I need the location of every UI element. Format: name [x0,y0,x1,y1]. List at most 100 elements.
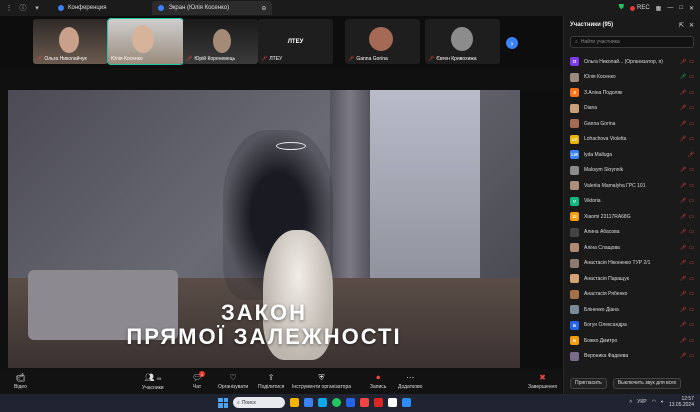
invite-button[interactable]: Пригласить [570,377,607,389]
participant-row[interactable]: Анастасія Паращук 🎤︎ ▭ [564,271,700,287]
record-dot-icon [630,5,635,11]
tab-close-icon[interactable]: ⊖ [261,5,266,12]
next-page-button[interactable]: › [506,37,518,49]
participant-name: З.Аліна Подоляк [584,89,623,96]
shield-icon: ⛨ [318,373,325,382]
mic-off-icon: 🎤︎ [679,198,687,205]
participant-status-icons: 🎤︎ ▭ [680,136,694,142]
tab-conference[interactable]: Конференция [52,1,112,15]
mic-off-icon: 🎤︎ [679,213,687,220]
mic-off-icon: 🎤︎ [679,244,687,251]
participant-avatar: Б [570,336,579,346]
heart-icon: ♡ [229,373,237,382]
title-bar: ⋮ ⓘ ▾ Конференция Экран (Юлія Косенко) ⊖… [0,0,700,16]
video-tile[interactable]: 🎤︎ Ольга Николайчук [33,19,108,64]
grid-icon[interactable]: ▦ [656,5,662,12]
participant-row[interactable]: Анастасія Ніконенко ТУР 2/1 🎤︎ ▭ [564,256,700,272]
pop-out-icon[interactable]: ⇱ [679,22,684,29]
participant-row[interactable]: Анастасія Рябенко 🎤︎ ▭ [564,287,700,303]
participant-status-icons: 🎤︎ ▭ [680,260,694,266]
app-icon[interactable] [304,398,313,407]
app-icon[interactable] [290,398,299,407]
organize-button[interactable]: ♡ Організувати [218,370,248,394]
participant-status-icons: 🎤︎ ▭ [680,229,694,235]
search-icon: ⌕ [237,399,240,406]
menu-icon[interactable]: ⋮ [4,3,14,13]
recording-indicator[interactable]: REC [630,5,650,11]
video-tile-active-speaker[interactable]: Юлія Косенко [107,18,184,65]
close-panel-icon[interactable]: ✕ [689,22,694,29]
participant-row[interactable]: Б Божко Дмитро 🎤︎ ▭ [564,333,700,349]
share-button[interactable]: ⇪ Поділитися [258,370,284,394]
mic-off-icon: 🎤︎ [679,136,687,143]
maximize-icon[interactable]: □ [679,5,683,11]
info-icon[interactable]: ⓘ [18,3,28,13]
participant-status-icons: 🎤︎ ▭ [680,105,694,111]
more-button[interactable]: ⋯ Додатково [398,370,422,394]
zoom-taskbar-icon[interactable] [402,398,411,407]
participant-row[interactable]: Юлія Косенко 🎤︎ ▭ [564,70,700,86]
camera-off-icon: ▭ [689,58,694,65]
chevron-down-icon[interactable]: ▾ [32,3,42,13]
language-indicator[interactable]: УКР [637,399,646,405]
app-icon[interactable] [360,398,369,407]
participant-row[interactable]: З З.Аліна Подоляк 🎤︎ ▭ [564,85,700,101]
video-tile[interactable]: 🎤︎ Євген Кривохижа [425,19,500,64]
app-icon[interactable] [318,398,327,407]
participant-row[interactable]: Xi Xiaomi 23117RA68G 🎤︎ ▭ [564,209,700,225]
record-button[interactable]: ⏺ Запись [370,370,386,394]
participant-row[interactable]: О Ольга Николай... (Организатор, я) 🎤︎ ▭ [564,54,700,70]
participant-name: Анастасія Рябенко [584,291,628,298]
video-tile[interactable]: 🎤︎ Юрій Кореневець [183,19,258,64]
chat-button[interactable]: 💬︎ 1 Чат [192,370,205,394]
start-icon[interactable] [218,397,228,408]
app-icon[interactable] [374,398,383,407]
chrome-icon[interactable] [332,398,341,407]
panel-header: Участники (95) ⇱ ✕ [564,16,700,34]
participant-avatar [570,258,579,268]
participant-name: Бліненко Діана [584,306,619,313]
taskbar-search[interactable]: ⌕ Поиск [233,397,285,408]
close-icon[interactable]: ✕ [689,5,694,12]
participant-row[interactable]: Б Богун Олександра 🎤︎ ▭ [564,318,700,334]
participant-status-icons: 🎤︎ ▭ [680,59,694,65]
video-tile[interactable]: ЛТЕУ 🎤︎ ЛТЕУ [258,19,333,64]
mute-all-button[interactable]: Выключить звук для всех [612,377,682,389]
zoom-logo-icon [58,5,64,11]
video-tile[interactable]: 🎤︎ Ganna Gorina [345,19,420,64]
close-icon: ✖ [539,373,546,382]
participant-row[interactable]: Алина Абасова 🎤︎ ▭ [564,225,700,241]
participant-search-input[interactable]: ⌕ Найти участника [570,36,694,48]
participants-button[interactable]: 👥︎ 95 Учасники [142,370,164,394]
participant-row[interactable]: Вероника Фадеева 🎤︎ ▭ [564,349,700,365]
participant-row[interactable]: V Viktoria 🎤︎ ▭ [564,194,700,210]
end-meeting-button[interactable]: ✖ Завершення [528,370,557,394]
shield-icon[interactable]: ⛊ [619,4,624,12]
participant-avatar [570,305,579,315]
participant-status-icons: 🎤︎ ▭ [680,90,694,96]
camera-off-icon: ▭ [689,322,694,329]
app-icon[interactable] [346,398,355,407]
participant-row[interactable]: Бліненко Діана 🎤︎ ▭ [564,302,700,318]
rec-label: REC [637,5,650,11]
minimize-icon[interactable]: — [667,5,673,11]
participant-row[interactable]: Ganna Gorina 🎤︎ ▭ [564,116,700,132]
tab-screen-share[interactable]: Экран (Юлія Косенко) ⊖ [152,1,273,15]
participant-name: Lohachova Violetta [584,136,627,143]
taskbar-apps: ⌕ Поиск [218,397,411,408]
app-icon[interactable] [388,398,397,407]
clock[interactable]: 12:57 13.05.2024 [669,396,694,408]
host-tools-button[interactable]: ⛨ Інструменти організатора [292,370,351,394]
participant-row[interactable]: Maksym Skrynnik 🎤︎ ▭ [564,163,700,179]
video-button[interactable]: 📹︎ Відео [14,370,27,394]
participant-row[interactable]: Аліна Слащова 🎤︎ ▭ [564,240,700,256]
participant-row[interactable]: Diana 🎤︎ ▭ [564,101,700,117]
camera-off-icon: ▭ [689,182,694,189]
chevron-up-icon[interactable]: ˄ [629,399,632,405]
participant-row[interactable]: LM lyda Malluga 🎤︎ [564,147,700,163]
participant-row[interactable]: Valeriia Mamalyha ГРС 101 🎤︎ ▭ [564,178,700,194]
participant-row[interactable]: LV Lohachova Violetta 🎤︎ ▭ [564,132,700,148]
mic-off-icon: 🎤︎ [679,182,687,189]
volume-icon[interactable]: 🔈︎ [661,399,664,405]
wifi-icon[interactable]: ◠ [652,399,656,405]
